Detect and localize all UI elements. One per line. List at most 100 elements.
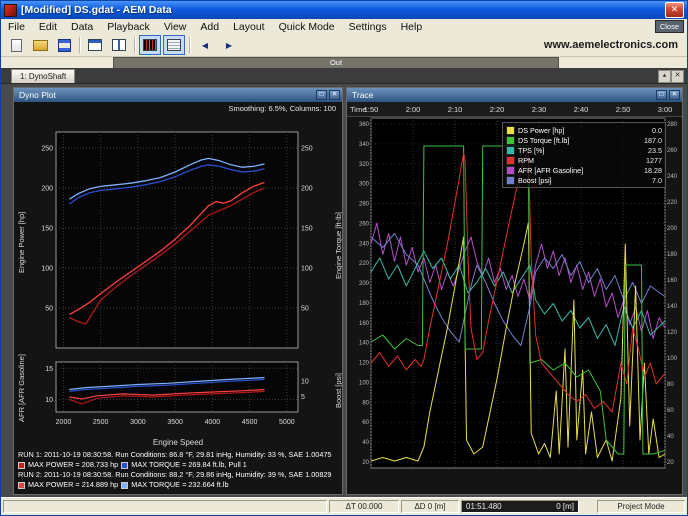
legend-value: 1277 [646, 156, 662, 165]
toolbar-button-window-cascade[interactable] [108, 35, 130, 55]
run1-info: RUN 1: 2011-10-19 08:30:58. Run Conditio… [18, 450, 340, 460]
toolbar-button-trace-view[interactable] [139, 35, 161, 55]
toolbar-button-save[interactable] [53, 35, 75, 55]
legend-value: 23.5 [648, 146, 662, 155]
svg-text:3000: 3000 [130, 419, 146, 426]
svg-text:160: 160 [359, 321, 370, 327]
legend-row[interactable]: DS Power [hp]0.0 [506, 125, 662, 135]
legend-row[interactable]: AFR [AFR Gasoline]18.28 [506, 165, 662, 175]
time-ruler[interactable]: Time 1:502:002:102:202:302:402:503:00 [347, 102, 682, 117]
svg-text:50: 50 [45, 306, 53, 313]
svg-text:320: 320 [359, 162, 370, 168]
toolbar-button-new[interactable] [5, 35, 27, 55]
svg-text:80: 80 [362, 400, 369, 406]
toolbar-button-open[interactable] [29, 35, 51, 55]
svg-text:5000: 5000 [279, 419, 295, 426]
svg-text:280: 280 [359, 202, 370, 208]
trace-panel-maximize-button[interactable]: □ [656, 90, 667, 100]
svg-text:15: 15 [45, 366, 53, 373]
status-playhead-distance: 0 [m] [556, 502, 574, 511]
svg-text:250: 250 [301, 146, 313, 153]
trace-panel-close-button[interactable]: ✕ [669, 90, 680, 100]
dyno-afr-boost-chart[interactable]: 20002500300035004000450050001015510 [26, 358, 332, 436]
menu-playback[interactable]: Playback [100, 21, 157, 33]
legend-color-swatch [506, 126, 515, 135]
play-icon: ▶ [226, 41, 232, 50]
legend-row[interactable]: TPS [%] 23.5 [506, 145, 662, 155]
trace-panel: Trace □ ✕ Time 1:502:002:102:202:302:402… [346, 87, 683, 495]
svg-text:120: 120 [667, 330, 678, 336]
run2-max-power: MAX POWER = 214.889 hp [28, 480, 118, 490]
svg-text:2000: 2000 [56, 419, 72, 426]
engine-torque-axis-label: Engine Torque [ft-lb] [334, 212, 342, 279]
out-row: Out [1, 56, 687, 68]
dyno-panel-titlebar[interactable]: Dyno Plot □ ✕ [14, 88, 342, 102]
svg-text:180: 180 [359, 301, 370, 307]
svg-text:20: 20 [362, 460, 369, 466]
menu-layout[interactable]: Layout [226, 21, 272, 33]
run2-max-torque: MAX TORQUE = 232.664 ft.lb [131, 480, 228, 490]
svg-text:10: 10 [45, 397, 53, 404]
time-tick: 2:20 [490, 105, 505, 114]
dyno-panel-maximize-button[interactable]: □ [316, 90, 327, 100]
status-playhead-time: 01:51.480 [466, 502, 502, 511]
time-tick: 2:10 [448, 105, 463, 114]
menu-settings[interactable]: Settings [342, 21, 394, 33]
status-bar: ΔT 00.000 ΔD 0 [m] 01:51.480 0 [m] Proje… [1, 497, 687, 515]
tab-dynoshaft[interactable]: 1: DynoShaft [11, 69, 75, 83]
run1-max-power: MAX POWER = 208.733 hp [28, 460, 118, 470]
svg-text:100: 100 [667, 356, 678, 362]
smoothing-info: Smoothing: 6.5%, Columns: 100 [228, 104, 336, 113]
window-titlebar[interactable]: [Modified] DS.gdat - AEM Data ✕ [1, 1, 687, 19]
toolbar-separator [79, 37, 80, 53]
tab-close-button[interactable]: ✕ [671, 70, 684, 83]
legend-row[interactable]: DS Torque [ft.lb]187.0 [506, 135, 662, 145]
toolbar-button-play[interactable]: ▶ [218, 35, 240, 55]
svg-text:10: 10 [301, 378, 309, 385]
dyno-power-torque-chart[interactable]: 5050100100150150200200250250 [26, 126, 332, 356]
legend-label: TPS [%] [518, 146, 544, 155]
menu-edit[interactable]: Edit [32, 21, 64, 33]
time-tick: 1:50 [364, 105, 379, 114]
svg-text:150: 150 [41, 226, 53, 233]
legend-color-swatch [506, 166, 515, 175]
svg-text:180: 180 [667, 252, 678, 258]
toolbar-separator [189, 37, 190, 53]
window-close-button[interactable]: ✕ [665, 2, 684, 18]
menu-quick-mode[interactable]: Quick Mode [272, 21, 342, 33]
menu-help[interactable]: Help [394, 21, 430, 33]
svg-text:240: 240 [667, 174, 678, 180]
website-link[interactable]: www.aemelectronics.com [544, 39, 684, 51]
toolbar-button-grid-view[interactable] [163, 35, 185, 55]
legend-row[interactable]: Boost [psi]7.0 [506, 175, 662, 185]
engine-speed-axis-label: Engine Speed [14, 438, 342, 447]
menu-view[interactable]: View [157, 21, 194, 33]
svg-text:60: 60 [362, 420, 369, 426]
dyno-panel-close-button[interactable]: ✕ [329, 90, 340, 100]
svg-text:240: 240 [359, 241, 370, 247]
svg-text:120: 120 [359, 361, 370, 367]
app-window: [Modified] DS.gdat - AEM Data ✕ FileEdit… [0, 0, 688, 516]
toolbar-button-window-layout[interactable] [84, 35, 106, 55]
chevron-up-icon: ▴ [663, 72, 667, 79]
legend-value: 0.0 [652, 126, 662, 135]
tab-scroll-up-button[interactable]: ▴ [658, 70, 671, 83]
new-icon [11, 39, 22, 52]
legend-color-swatch [506, 136, 515, 145]
svg-text:260: 260 [359, 221, 370, 227]
svg-text:160: 160 [667, 278, 678, 284]
legend-label: RPM [518, 156, 534, 165]
run-summary: RUN 1: 2011-10-19 08:30:58. Run Conditio… [18, 450, 340, 490]
close-tooltip: Close [655, 20, 684, 33]
trace-panel-titlebar[interactable]: Trace □ ✕ [347, 88, 682, 102]
svg-text:5: 5 [301, 394, 305, 401]
menu-add[interactable]: Add [193, 21, 226, 33]
svg-text:200: 200 [359, 281, 370, 287]
svg-text:140: 140 [667, 304, 678, 310]
status-delta-distance: ΔD 0 [m] [401, 500, 459, 513]
menu-data[interactable]: Data [64, 21, 100, 33]
menu-file[interactable]: File [1, 21, 32, 33]
legend-row[interactable]: RPM 1277 [506, 155, 662, 165]
toolbar-button-step-back[interactable]: ◀ [194, 35, 216, 55]
svg-text:300: 300 [359, 182, 370, 188]
